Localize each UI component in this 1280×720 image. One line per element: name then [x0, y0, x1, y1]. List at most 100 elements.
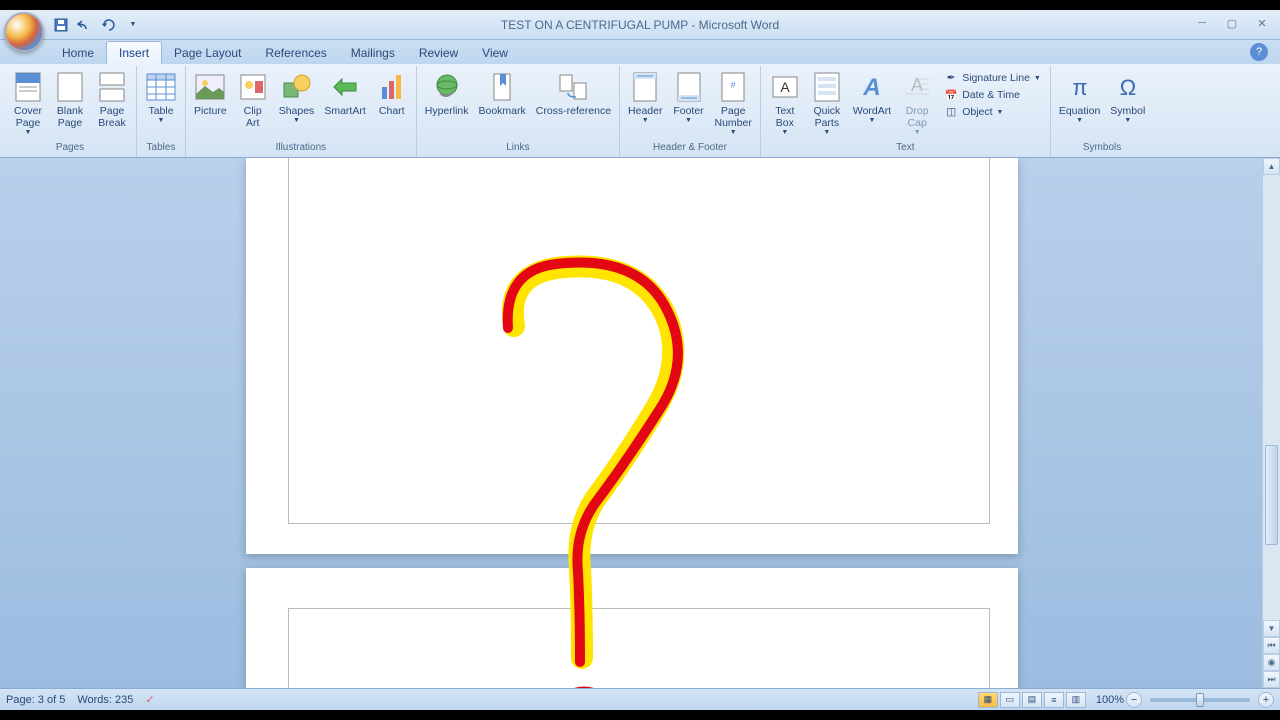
document-scroll[interactable]: How to delete a page in Word: [0, 158, 1262, 688]
print-layout-view-button[interactable]: ▦: [978, 692, 998, 708]
help-button[interactable]: ?: [1250, 43, 1268, 61]
maximize-button[interactable]: ▢: [1220, 14, 1244, 32]
scroll-up-button[interactable]: ▲: [1263, 158, 1280, 175]
date-time-button[interactable]: 📅Date & Time: [941, 87, 1044, 103]
clip-art-icon: [237, 71, 269, 103]
symbol-icon: Ω: [1112, 71, 1144, 103]
undo-button[interactable]: [74, 14, 96, 36]
ribbon-tabs: Home Insert Page Layout References Maili…: [0, 40, 1280, 64]
office-button[interactable]: [4, 12, 44, 52]
outline-view-button[interactable]: ≡: [1044, 692, 1064, 708]
table-button[interactable]: Table ▼: [141, 68, 181, 127]
object-button[interactable]: ◫Object ▼: [941, 104, 1044, 120]
symbol-button[interactable]: Ω Symbol ▼: [1106, 68, 1149, 127]
group-symbols: π Equation ▼ Ω Symbol ▼ Symbols: [1051, 66, 1153, 157]
cross-reference-button[interactable]: Cross-reference: [532, 68, 615, 120]
word-application: ▼ TEST ON A CENTRIFUGAL PUMP - Microsoft…: [0, 10, 1280, 710]
cross-reference-icon: [557, 71, 589, 103]
page-break-icon: [96, 71, 128, 103]
title-bar: ▼ TEST ON A CENTRIFUGAL PUMP - Microsoft…: [0, 10, 1280, 40]
window-title: TEST ON A CENTRIFUGAL PUMP - Microsoft W…: [501, 18, 779, 32]
drop-cap-button[interactable]: A Drop Cap ▼: [897, 68, 937, 139]
chevron-down-icon: ▼: [914, 129, 921, 136]
qat-customize[interactable]: ▼: [122, 14, 144, 36]
blank-page-button[interactable]: Blank Page: [50, 68, 90, 132]
bookmark-icon: [486, 71, 518, 103]
previous-page-button[interactable]: ⏮: [1263, 637, 1280, 654]
scroll-thumb[interactable]: [1265, 445, 1278, 545]
zoom-slider-thumb[interactable]: [1196, 693, 1204, 707]
chevron-down-icon: ▼: [1076, 117, 1083, 124]
page-number-button[interactable]: # Page Number ▼: [711, 68, 756, 139]
equation-button[interactable]: π Equation ▼: [1055, 68, 1104, 127]
signature-line-button[interactable]: ✒Signature Line ▼: [941, 70, 1044, 86]
cover-page-icon: [12, 71, 44, 103]
clip-art-button[interactable]: Clip Art: [233, 68, 273, 132]
object-icon: ◫: [944, 105, 958, 119]
svg-text:π: π: [1072, 75, 1087, 100]
group-text: A Text Box ▼ Quick Parts ▼ A WordArt ▼ A…: [761, 66, 1051, 157]
draft-view-button[interactable]: ▥: [1066, 692, 1086, 708]
zoom-slider[interactable]: [1150, 698, 1250, 702]
wordart-button[interactable]: A WordArt ▼: [849, 68, 895, 127]
document-area: How to delete a page in Word ▲ ▼ ⏮ ◉ ⏭: [0, 158, 1280, 688]
zoom-level[interactable]: 100%: [1096, 694, 1124, 706]
hyperlink-button[interactable]: Hyperlink: [421, 68, 473, 120]
web-layout-view-button[interactable]: ▤: [1022, 692, 1042, 708]
chevron-down-icon: ▼: [685, 117, 692, 124]
signature-icon: ✒: [944, 71, 958, 85]
bookmark-button[interactable]: Bookmark: [475, 68, 530, 120]
chart-button[interactable]: Chart: [372, 68, 412, 120]
zoom-in-button[interactable]: +: [1258, 692, 1274, 708]
tab-view[interactable]: View: [470, 42, 520, 64]
svg-text:#: #: [731, 80, 736, 90]
cover-page-button[interactable]: Cover Page ▼: [8, 68, 48, 139]
date-icon: 📅: [944, 88, 958, 102]
tab-mailings[interactable]: Mailings: [339, 42, 407, 64]
scroll-track[interactable]: [1263, 175, 1280, 620]
smartart-button[interactable]: SmartArt: [320, 68, 369, 120]
header-icon: [629, 71, 661, 103]
chevron-down-icon: ▼: [25, 129, 32, 136]
close-button[interactable]: ✕: [1250, 14, 1274, 32]
select-browse-object-button[interactable]: ◉: [1263, 654, 1280, 671]
zoom-out-button[interactable]: −: [1126, 692, 1142, 708]
text-box-icon: A: [769, 71, 801, 103]
tab-insert[interactable]: Insert: [106, 41, 162, 64]
redo-button[interactable]: [98, 14, 120, 36]
proofing-button[interactable]: ✓: [145, 693, 154, 706]
scroll-down-button[interactable]: ▼: [1263, 620, 1280, 637]
svg-text:A: A: [911, 75, 923, 95]
chevron-down-icon: ▼: [823, 129, 830, 136]
minimize-button[interactable]: ─: [1190, 14, 1214, 32]
document-page[interactable]: How to delete a page in Word: [246, 568, 1018, 688]
header-button[interactable]: Header ▼: [624, 68, 666, 127]
next-page-button[interactable]: ⏭: [1263, 671, 1280, 688]
hyperlink-icon: [431, 71, 463, 103]
chevron-down-icon: ▼: [781, 129, 788, 136]
chevron-down-icon: ▼: [293, 117, 300, 124]
tab-references[interactable]: References: [253, 42, 338, 64]
svg-text:A: A: [862, 74, 880, 101]
tab-review[interactable]: Review: [407, 42, 470, 64]
picture-icon: [194, 71, 226, 103]
page-break-button[interactable]: Page Break: [92, 68, 132, 132]
picture-button[interactable]: Picture: [190, 68, 231, 120]
tab-home[interactable]: Home: [50, 42, 106, 64]
chevron-down-icon: ▼: [730, 129, 737, 136]
word-count[interactable]: Words: 235: [77, 694, 133, 706]
tab-page-layout[interactable]: Page Layout: [162, 42, 253, 64]
shapes-icon: [281, 71, 313, 103]
wordart-icon: A: [856, 71, 888, 103]
page-indicator[interactable]: Page: 3 of 5: [6, 694, 65, 706]
vertical-scrollbar: ▲ ▼ ⏮ ◉ ⏭: [1262, 158, 1280, 688]
save-button[interactable]: [50, 14, 72, 36]
document-page[interactable]: [246, 158, 1018, 554]
chevron-down-icon: ▼: [1124, 117, 1131, 124]
text-box-button[interactable]: A Text Box ▼: [765, 68, 805, 139]
quick-parts-button[interactable]: Quick Parts ▼: [807, 68, 847, 139]
group-header-footer: Header ▼ Footer ▼ # Page Number ▼ Header…: [620, 66, 761, 157]
shapes-button[interactable]: Shapes ▼: [275, 68, 319, 127]
full-screen-view-button[interactable]: ▭: [1000, 692, 1020, 708]
footer-button[interactable]: Footer ▼: [669, 68, 709, 127]
